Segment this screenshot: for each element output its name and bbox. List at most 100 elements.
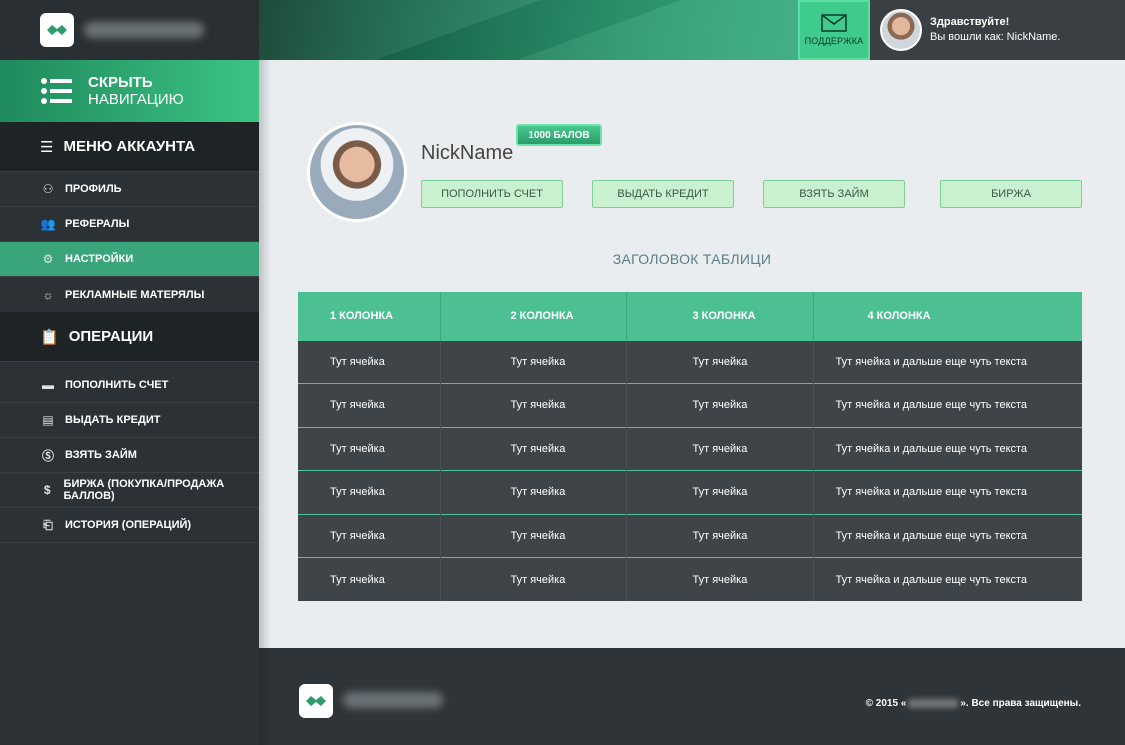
- sidebar-item-label: ВЗЯТЬ ЗАЙМ: [65, 449, 137, 461]
- table-cell: Тут ячейка: [439, 426, 626, 471]
- profile-avatar: [307, 122, 407, 222]
- table-cell: Тут ячейка: [625, 470, 813, 514]
- sidebar-item-exchange[interactable]: $ БИРЖА (ПОКУПКА/ПРОДАЖА БАЛЛОВ): [0, 473, 259, 508]
- envelope-icon: [821, 14, 847, 32]
- sidebar-item-label: БИРЖА (ПОКУПКА/ПРОДАЖА БАЛЛОВ): [63, 478, 225, 502]
- brand-name-blurred: [908, 698, 959, 708]
- table-cell: Тут ячейка и дальше еще чуть текста: [812, 383, 1082, 427]
- sidebar-item-profile[interactable]: ⚇ ПРОФИЛЬ: [0, 172, 259, 207]
- brand-name-blurred: [84, 22, 204, 38]
- sidebar-item-settings[interactable]: ⚙ НАСТРОЙКИ: [0, 242, 259, 277]
- table-cell: Тут ячейка: [298, 339, 440, 384]
- table-cell: Тут ячейка: [439, 383, 626, 427]
- profile-nickname: NickName: [421, 142, 514, 164]
- table-cell: Тут ячейка: [439, 557, 626, 601]
- table-cell: Тут ячейка и дальше еще чуть текста: [812, 470, 1082, 514]
- table-cell: Тут ячейка и дальше еще чуть текста: [812, 557, 1082, 601]
- operations-header: 📋 ОПЕРАЦИИ: [0, 312, 259, 362]
- sidebar-item-label: ИСТОРИЯ (ОПЕРАЦИЙ): [65, 519, 192, 531]
- account-menu-header: ☰ МЕНЮ АККАУНТА: [0, 122, 259, 172]
- sidebar-item-referrals[interactable]: 👥 РЕФЕРАЛЫ: [0, 207, 259, 242]
- column-header[interactable]: 4 КОЛОНКА: [812, 292, 1082, 340]
- table-row[interactable]: Тут ячейка Тут ячейка Тут ячейка Тут яче…: [298, 339, 1082, 384]
- header-banner: [259, 0, 798, 60]
- table-cell: Тут ячейка: [625, 426, 813, 471]
- exchange-icon: $: [43, 483, 51, 497]
- table-cell: Тут ячейка и дальше еще чуть текста: [812, 339, 1082, 384]
- sidebar-item-label: ПОПОЛНИТЬ СЧЕТ: [65, 379, 169, 391]
- table-cell: Тут ячейка: [439, 470, 626, 514]
- handshake-icon[interactable]: [40, 13, 74, 47]
- user-info: Здравствуйте! Вы вошли как: NickName.: [870, 0, 1125, 60]
- hide-nav-line1: СКРЫТЬ: [88, 74, 153, 91]
- data-table: 1 КОЛОНКА 2 КОЛОНКА 3 КОЛОНКА 4 КОЛОНКА …: [298, 292, 1082, 601]
- main-content: NickName 1000 БАЛОВ ПОПОЛНИТЬ СЧЕТ ВЫДАТ…: [259, 60, 1125, 648]
- sidebar-item-label: ПРОФИЛЬ: [65, 183, 122, 195]
- table-row[interactable]: Тут ячейка Тут ячейка Тут ячейка Тут яче…: [298, 426, 1082, 471]
- sidebar-item-label: НАСТРОЙКИ: [65, 253, 134, 265]
- hide-nav-label: СКРЫТЬ НАВИГАЦИЮ: [88, 74, 184, 108]
- table-title: ЗАГОЛОВОК ТАБЛИЦИ: [612, 251, 772, 267]
- copyright-suffix: ». Все права защищены.: [960, 698, 1081, 709]
- top-up-button[interactable]: ПОПОЛНИТЬ СЧЕТ: [421, 180, 563, 208]
- table-cell: Тут ячейка: [625, 339, 813, 384]
- table-cell: Тут ячейка: [298, 470, 440, 514]
- sidebar-item-history[interactable]: ⎗ ИСТОРИЯ (ОПЕРАЦИЙ): [0, 508, 259, 543]
- operations-title: ОПЕРАЦИИ: [68, 328, 154, 345]
- column-header[interactable]: 3 КОЛОНКА: [625, 292, 813, 340]
- footer-brand-blurred: [343, 692, 443, 708]
- issue-credit-button[interactable]: ВЫДАТЬ КРЕДИТ: [592, 180, 734, 208]
- table-cell: Тут ячейка: [625, 557, 813, 601]
- money-icon: ▤: [42, 413, 54, 427]
- avatar[interactable]: [880, 9, 922, 51]
- points-badge: 1000 БАЛОВ: [516, 124, 602, 146]
- hide-navigation-button[interactable]: СКРЫТЬ НАВИГАЦИЮ: [0, 60, 259, 122]
- sidebar-item-label: ВЫДАТЬ КРЕДИТ: [65, 414, 161, 426]
- column-header[interactable]: 1 КОЛОНКА: [298, 292, 440, 340]
- exchange-button[interactable]: БИРЖА: [940, 180, 1082, 208]
- account-menu-title: МЕНЮ АККАУНТА: [63, 138, 196, 155]
- sidebar-item-issue-credit[interactable]: ▤ ВЫДАТЬ КРЕДИТ: [0, 403, 259, 438]
- table-row[interactable]: Тут ячейка Тут ячейка Тут ячейка Тут яче…: [298, 383, 1082, 427]
- top-header: ПОДДЕРЖКА Здравствуйте! Вы вошли как: Ni…: [0, 0, 1125, 60]
- take-loan-button[interactable]: ВЗЯТЬ ЗАЙМ: [763, 180, 905, 208]
- table-cell: Тут ячейка: [298, 426, 440, 471]
- table-cell: Тут ячейка и дальше еще чуть текста: [812, 513, 1082, 558]
- lightbulb-icon: ☼: [42, 287, 54, 302]
- sidebar-item-top-up[interactable]: ▬ ПОПОЛНИТЬ СЧЕТ: [0, 368, 259, 403]
- table-cell: Тут ячейка: [439, 339, 626, 384]
- logged-in-as: Вы вошли как: NickName.: [930, 31, 1061, 43]
- support-button[interactable]: ПОДДЕРЖКА: [798, 0, 870, 60]
- table-row[interactable]: Тут ячейка Тут ячейка Тут ячейка Тут яче…: [298, 557, 1082, 601]
- support-label: ПОДДЕРЖКА: [804, 36, 864, 46]
- menu-icon: ☰: [40, 138, 54, 156]
- greeting-block: Здравствуйте! Вы вошли как: NickName.: [930, 15, 1060, 45]
- table-cell: Тут ячейка: [439, 513, 626, 558]
- table-cell: Тут ячейка: [298, 513, 440, 558]
- table-cell: Тут ячейка: [625, 513, 813, 558]
- table-cell: Тут ячейка и дальше еще чуть текста: [812, 426, 1082, 471]
- clipboard-icon: 📋: [40, 328, 59, 346]
- users-icon: 👥: [40, 217, 56, 231]
- table-cell: Тут ячейка: [298, 383, 440, 427]
- table-row[interactable]: Тут ячейка Тут ячейка Тут ячейка Тут яче…: [298, 470, 1082, 514]
- hide-nav-line2: НАВИГАЦИЮ: [88, 91, 184, 108]
- greeting-text: Здравствуйте!: [930, 16, 1010, 28]
- sidebar: СКРЫТЬ НАВИГАЦИЮ ☰ МЕНЮ АККАУНТА ⚇ ПРОФИ…: [0, 60, 259, 745]
- column-header[interactable]: 2 КОЛОНКА: [439, 292, 626, 340]
- table-cell: Тут ячейка: [298, 557, 440, 601]
- handshake-icon[interactable]: [299, 684, 333, 718]
- dollar-coin-icon: Ⓢ: [41, 448, 54, 463]
- sidebar-item-label: РЕКЛАМНЫЕ МАТЕРЯЛЫ: [65, 288, 205, 301]
- sidebar-item-ad-materials[interactable]: ☼ РЕКЛАМНЫЕ МАТЕРЯЛЫ: [0, 277, 259, 312]
- gear-icon: ⚙: [42, 252, 54, 266]
- table-row[interactable]: Тут ячейка Тут ячейка Тут ячейка Тут яче…: [298, 513, 1082, 558]
- card-icon: ▬: [42, 378, 54, 392]
- sidebar-item-take-loan[interactable]: Ⓢ ВЗЯТЬ ЗАЙМ: [0, 438, 259, 473]
- list-icon: [41, 78, 72, 104]
- table-header-row: 1 КОЛОНКА 2 КОЛОНКА 3 КОЛОНКА 4 КОЛОНКА: [298, 292, 1082, 340]
- history-icon: ⎗: [43, 517, 53, 532]
- brand-area: [0, 0, 259, 60]
- table-cell: Тут ячейка: [625, 383, 813, 427]
- user-icon: ⚇: [42, 182, 54, 196]
